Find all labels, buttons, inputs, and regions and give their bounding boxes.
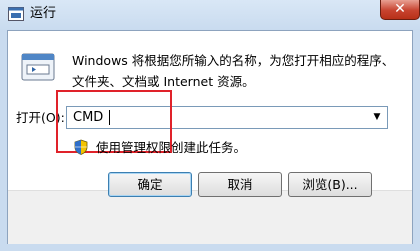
dialog-body: Windows 将根据您所输入的名称，为您打开相应的程序、文件夹、文档或 Int…: [7, 30, 413, 244]
description-text: Windows 将根据您所输入的名称，为您打开相应的程序、文件夹、文档或 Int…: [72, 53, 395, 89]
dropdown-arrow-icon[interactable]: ▼: [369, 107, 385, 128]
open-combobox[interactable]: CMD ▼: [66, 106, 388, 129]
cancel-button[interactable]: 取消: [198, 172, 282, 197]
admin-privilege-note: 使用管理权限创建此任务。: [96, 140, 247, 155]
browse-button[interactable]: 浏览(B)...: [288, 172, 372, 197]
run-app-icon: [8, 7, 24, 21]
close-button[interactable]: ✕: [380, 0, 420, 20]
button-bar: [8, 190, 412, 244]
close-icon: ✕: [394, 1, 406, 17]
shield-icon: [74, 139, 88, 155]
run-icon: [21, 53, 55, 81]
window-title: 运行: [30, 6, 57, 21]
open-label: 打开(O):: [16, 110, 65, 125]
title-bar[interactable]: 运行 ✕: [0, 0, 420, 30]
open-input[interactable]: CMD: [73, 110, 103, 126]
text-caret: [109, 110, 110, 125]
run-dialog: 运行 ✕ Windows 将根据您所输入的名称，为您打开相应的程序、文件夹、文档…: [0, 0, 420, 251]
ok-button[interactable]: 确定: [108, 172, 192, 197]
